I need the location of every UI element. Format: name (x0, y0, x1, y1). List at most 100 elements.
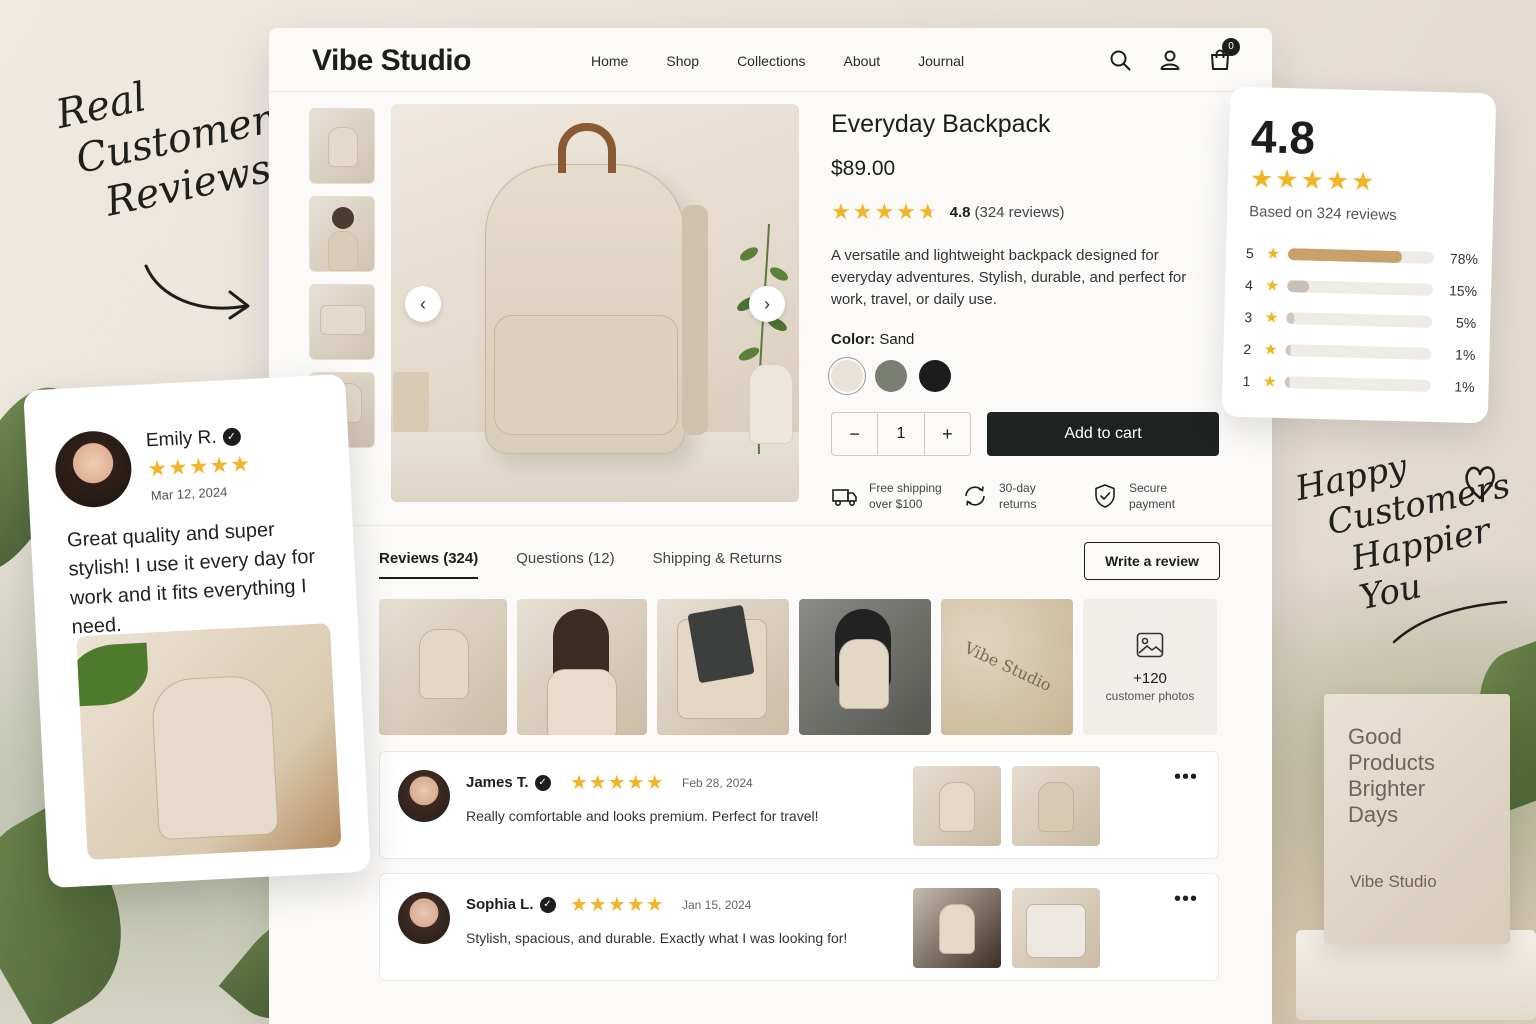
review-photo[interactable] (1012, 766, 1100, 846)
verified-check-icon: ✓ (222, 427, 242, 447)
purchase-row: − 1 + Add to cart (831, 412, 1223, 456)
reviewer-name-text: James T. (466, 774, 529, 791)
swatch-olive[interactable] (875, 360, 907, 392)
rating-distribution-row: 1 ★ 1% (1242, 365, 1475, 403)
review-photo[interactable] (1012, 888, 1100, 968)
rating-bar-track (1284, 376, 1431, 392)
box-tagline-line: Good (1348, 724, 1402, 749)
add-to-cart-button[interactable]: Add to cart (987, 412, 1219, 456)
prev-image-button[interactable]: ‹ (405, 286, 441, 322)
nav-collections[interactable]: Collections (737, 53, 805, 69)
product-info: Everyday Backpack $89.00 ★★★★★ 4.8 (324 … (828, 110, 1223, 512)
color-value: Sand (879, 331, 915, 348)
customer-photo[interactable] (799, 599, 931, 735)
perk-line: 30-day (999, 481, 1036, 495)
swatch-black[interactable] (919, 360, 951, 392)
swatch-sand[interactable] (828, 357, 866, 395)
perk-returns: 30-day returns (961, 480, 1091, 512)
heart-doodle-icon (1465, 466, 1495, 500)
section-divider (269, 525, 1272, 526)
customer-photo[interactable] (379, 599, 507, 735)
review-photo (76, 623, 342, 861)
reviewer-name: James T. ✓ (466, 774, 551, 792)
rating-percent: 78% (1449, 250, 1479, 268)
truck-icon (832, 489, 857, 506)
rating-summary-based-on: Based on 324 reviews (1248, 203, 1397, 224)
rating-score: 4.8 (949, 203, 971, 221)
write-review-button[interactable]: Write a review (1084, 542, 1220, 580)
rating-bar-fill (1288, 248, 1403, 264)
chevron-right-icon: › (764, 293, 770, 314)
star-icon: ★ (1263, 341, 1279, 359)
more-photos-count: +120 (1133, 669, 1167, 687)
account-icon[interactable] (1158, 48, 1182, 72)
arrow-doodle-icon (144, 264, 250, 320)
customer-photo[interactable] (657, 599, 789, 735)
rating-bar-fill (1287, 280, 1310, 293)
perk-shipping: Free shipping over $100 (831, 480, 961, 512)
rating-summary-stars: ★★★★★ (1249, 163, 1377, 197)
box-tagline-line: Brighter (1348, 776, 1426, 801)
shield-icon (1095, 484, 1115, 508)
cart-count-badge: 0 (1222, 38, 1240, 56)
review-date: Jan 15, 2024 (682, 898, 752, 912)
more-options-icon[interactable]: ••• (1174, 888, 1198, 911)
product-rating[interactable]: ★★★★★ 4.8 (324 reviews) (831, 199, 1223, 225)
perk-line: Free shipping (869, 481, 942, 495)
customer-photo[interactable] (517, 599, 647, 735)
review-text: Stylish, spacious, and durable. Exactly … (466, 930, 848, 946)
search-icon[interactable] (1108, 48, 1132, 72)
quantity-stepper: − 1 + (831, 412, 971, 456)
reviewer-name: Emily R. ✓ (145, 425, 242, 452)
avatar (53, 429, 134, 510)
perk-line: Secure (1129, 481, 1168, 495)
thumbnail[interactable] (309, 196, 375, 272)
decrease-quantity-button[interactable]: − (832, 413, 877, 455)
tab-shipping-returns[interactable]: Shipping & Returns (653, 550, 782, 579)
backpack-image (485, 123, 708, 454)
color-label: Color: (831, 331, 876, 348)
rating-level: 4 (1244, 277, 1254, 294)
embossed-logo-text: Vibe Studio (961, 638, 1055, 695)
box-tagline: Good Products Brighter Days (1348, 724, 1435, 828)
quantity-value[interactable]: 1 (877, 413, 925, 455)
image-icon (1136, 632, 1164, 657)
customer-photo-gallery: Vibe Studio +120 customer photos (379, 599, 1217, 735)
more-photos-button[interactable]: +120 customer photos (1083, 599, 1217, 735)
rating-percent: 15% (1448, 282, 1478, 300)
review-stars: ★★★★★ (570, 894, 665, 916)
increase-quantity-button[interactable]: + (925, 413, 970, 455)
next-image-button[interactable]: › (749, 286, 785, 322)
main-menu: Home Shop Collections About Journal (591, 53, 1002, 69)
nav-journal[interactable]: Journal (918, 53, 964, 69)
thumbnail[interactable] (309, 108, 375, 184)
rating-bar-fill (1284, 376, 1290, 389)
customer-photo[interactable]: Vibe Studio (941, 599, 1073, 735)
featured-review-card: Emily R. ✓ ★★★★★ Mar 12, 2024 Great quali… (23, 373, 371, 889)
review-photo[interactable] (913, 888, 1001, 968)
tab-questions[interactable]: Questions (12) (516, 550, 614, 579)
return-icon (965, 486, 985, 506)
perk-line: payment (1129, 497, 1176, 511)
box-brand: Vibe Studio (1350, 872, 1437, 891)
rating-level: 3 (1244, 309, 1253, 326)
thumbnail[interactable] (309, 284, 375, 360)
store-window: Vibe Studio Home Shop Collections About … (269, 28, 1272, 1024)
rating-bar-track (1286, 312, 1433, 328)
brand-logo[interactable]: Vibe Studio (312, 44, 471, 78)
review-photo[interactable] (913, 766, 1001, 846)
rating-bar-track (1285, 344, 1432, 360)
nav-about[interactable]: About (844, 53, 881, 69)
reviewer-name-text: Sophia L. (466, 896, 534, 913)
avatar (398, 770, 450, 822)
cart-button[interactable]: 0 (1208, 38, 1240, 72)
nav-home[interactable]: Home (591, 53, 628, 69)
rating-percent: 1% (1454, 378, 1475, 396)
tab-reviews[interactable]: Reviews (324) (379, 550, 479, 579)
underline-doodle-icon (1392, 600, 1508, 644)
review-count: (324 reviews) (974, 203, 1065, 221)
review-text: Great quality and super stylish! I use i… (66, 518, 316, 639)
nav-shop[interactable]: Shop (666, 53, 699, 69)
more-options-icon[interactable]: ••• (1174, 766, 1198, 789)
review-item: Sophia L. ✓ ★★★★★ Jan 15, 2024 Stylish, s… (379, 873, 1219, 981)
